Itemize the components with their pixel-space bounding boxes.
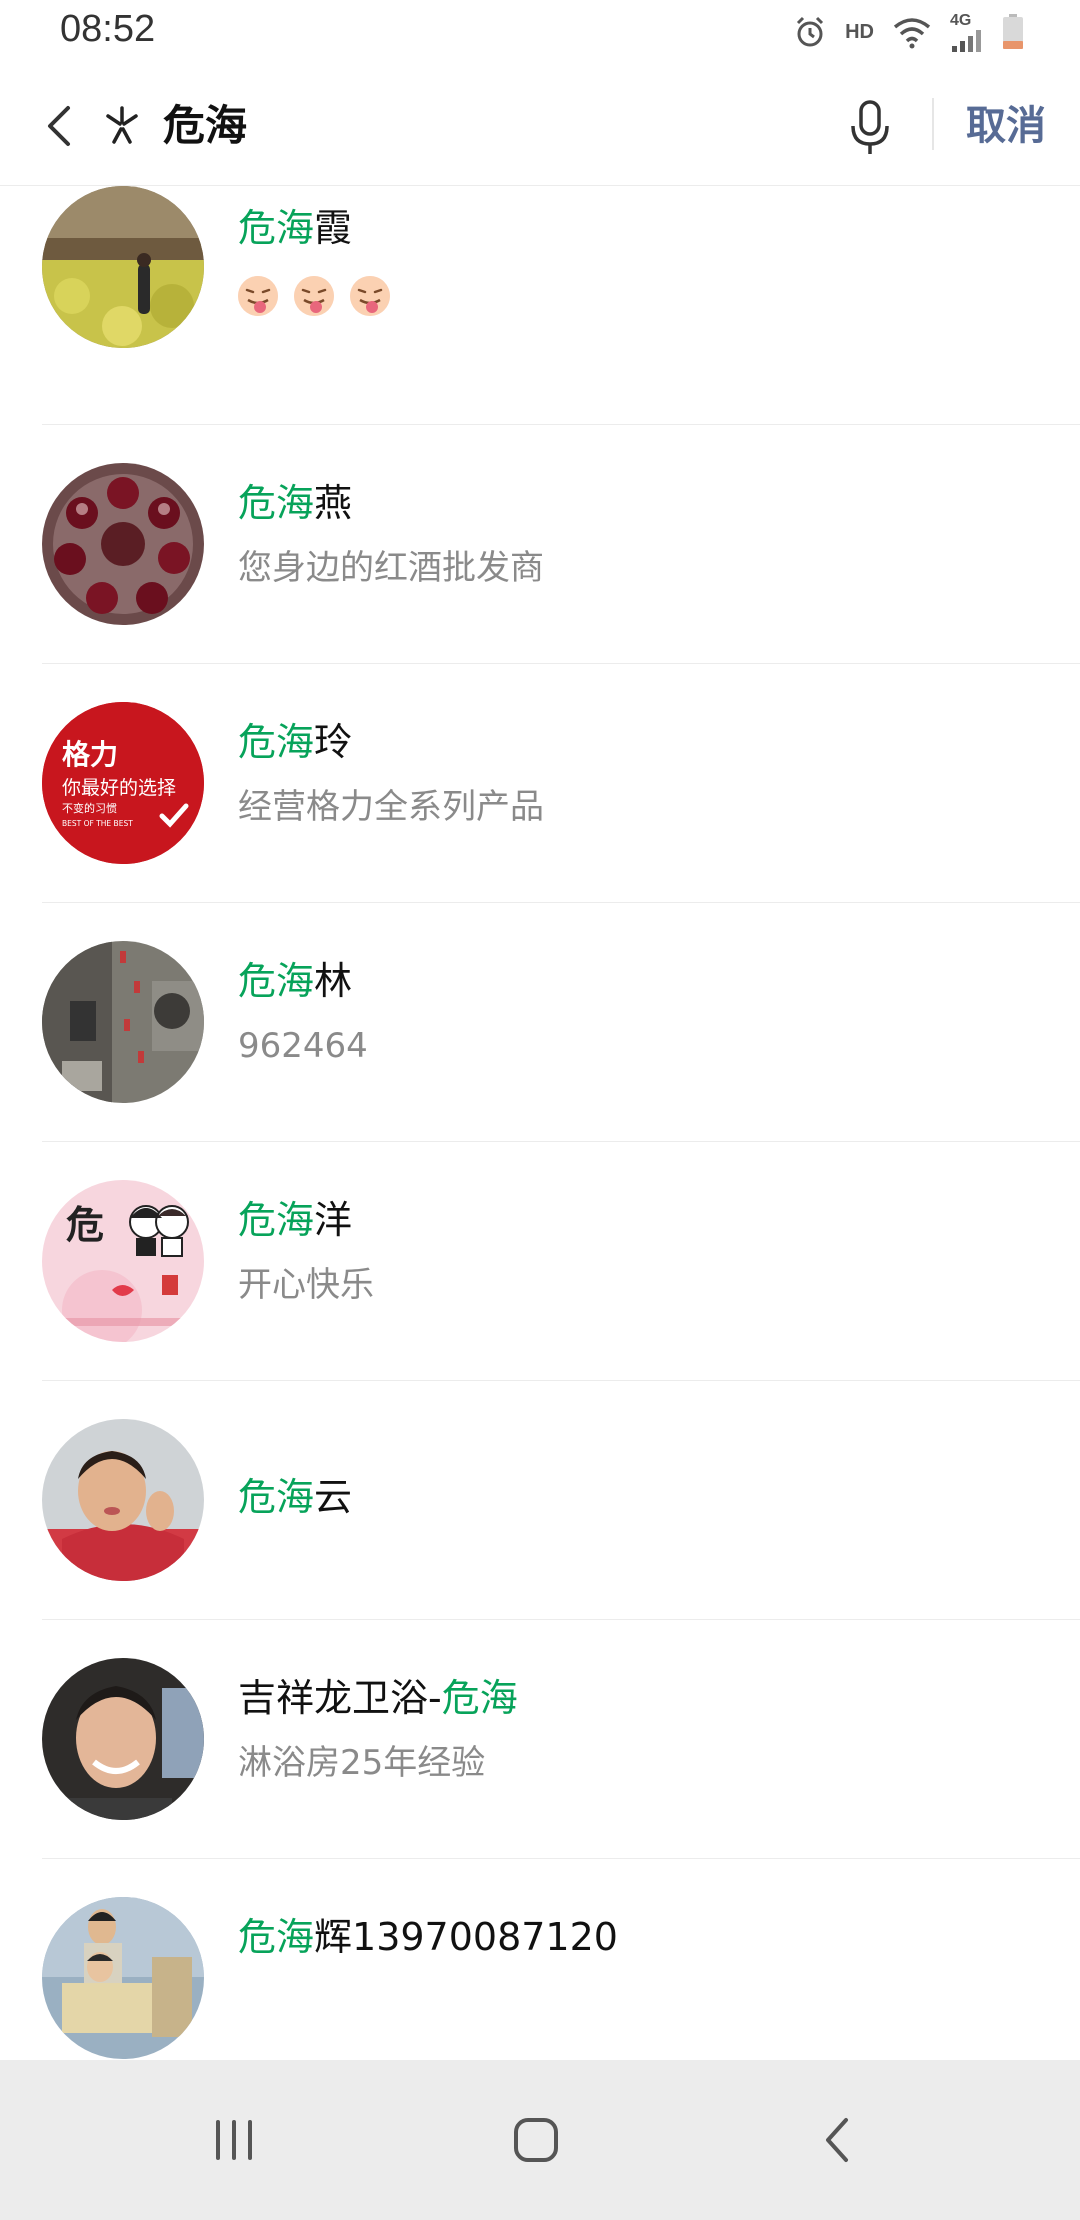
contact-signature: 经营格力全系列产品	[238, 787, 544, 827]
alarm-icon	[797, 16, 824, 47]
contact-name: 危海洋	[238, 1198, 353, 1242]
contact-name: 危海霞	[238, 206, 353, 250]
toolbar-divider	[932, 98, 934, 150]
contact-name: 危海云	[238, 1475, 353, 1519]
back-button[interactable]	[28, 90, 100, 162]
svg-text:BEST OF THE BEST: BEST OF THE BEST	[62, 819, 133, 828]
network-type: 4G	[950, 12, 972, 29]
contact-result-row[interactable]: 吉祥龙卫浴-危海 淋浴房25年经验	[0, 1620, 1080, 1859]
home-icon	[514, 2118, 558, 2162]
contact-name: 危海玲	[238, 720, 353, 764]
contact-result-row[interactable]: 危海霞	[0, 186, 1080, 425]
avatar	[42, 186, 204, 348]
contact-name: 危海燕	[238, 481, 353, 525]
contact-signature: 开心快乐	[238, 1265, 374, 1305]
matched-keyword: 危海	[238, 1198, 315, 1242]
contact-result-row[interactable]: 危海林 962464	[0, 903, 1080, 1142]
contact-result-row[interactable]: 危海辉13970087120	[0, 1859, 1080, 2060]
avatar-selfie	[42, 1419, 204, 1581]
matched-keyword: 危海	[238, 720, 315, 764]
contact-result-row[interactable]: 危海燕 您身边的红酒批发商	[0, 425, 1080, 664]
avatar-man-portrait	[42, 1658, 204, 1820]
matched-keyword: 危海	[238, 481, 315, 525]
avatar	[42, 1897, 204, 2059]
avatar	[42, 941, 204, 1103]
contact-signature: 淋浴房25年经验	[238, 1743, 486, 1783]
svg-text:不变的习惯: 不变的习惯	[62, 801, 117, 815]
search-bar: 危海 取消	[0, 66, 1080, 186]
hd-indicator: HD	[845, 20, 874, 43]
back-arrow-icon	[48, 106, 70, 146]
contact-name: 吉祥龙卫浴-危海	[238, 1676, 518, 1720]
contact-name: 危海辉13970087120	[238, 1915, 618, 1959]
avatar	[42, 1658, 204, 1820]
wifi-icon	[893, 18, 931, 49]
avatar-field-photo	[42, 186, 204, 348]
system-back-button[interactable]	[800, 2104, 876, 2176]
tongue-out-face-icon	[294, 276, 334, 316]
avatar-family-photo	[42, 1897, 204, 2059]
contact-signature: 962464	[238, 1026, 368, 1066]
system-navigation-bar	[0, 2060, 1080, 2220]
voice-input-button[interactable]	[842, 96, 898, 160]
matched-keyword: 危海	[238, 1915, 315, 1959]
matched-keyword: 危海	[441, 1676, 518, 1720]
status-emoji-row	[236, 274, 392, 318]
avatar	[42, 463, 204, 625]
svg-text:格力: 格力	[62, 738, 118, 771]
svg-text:危: 危	[66, 1202, 104, 1247]
contact-result-row[interactable]: 格力 你最好的选择 不变的习惯 BEST OF THE BEST 危海玲 经营格…	[0, 664, 1080, 903]
status-bar: 08:52 HD 4G	[0, 0, 1080, 66]
avatar-couple-cartoon: 危	[42, 1180, 204, 1342]
status-icons: HD 4G	[793, 10, 1024, 54]
cancel-button[interactable]: 取消	[966, 96, 1046, 156]
avatar: 格力 你最好的选择 不变的习惯 BEST OF THE BEST	[42, 702, 204, 864]
recent-apps-button[interactable]	[196, 2104, 272, 2176]
status-time: 08:52	[60, 8, 156, 50]
avatar-gree-logo: 格力 你最好的选择 不变的习惯 BEST OF THE BEST	[42, 702, 204, 864]
contact-result-row[interactable]: 危 危海洋 开心快乐	[0, 1142, 1080, 1381]
contact-name: 危海林	[238, 959, 353, 1003]
avatar-wine-glasses	[42, 463, 204, 625]
matched-keyword: 危海	[238, 959, 315, 1003]
avatar: 危	[42, 1180, 204, 1342]
back-icon	[826, 2118, 848, 2162]
tongue-out-face-icon	[238, 276, 278, 316]
cell-signal-icon	[952, 30, 981, 52]
search-icon	[106, 106, 138, 144]
home-button[interactable]	[498, 2104, 574, 2176]
svg-text:你最好的选择: 你最好的选择	[62, 777, 176, 799]
recent-apps-icon	[216, 2120, 252, 2160]
contact-result-row[interactable]: 危海云	[0, 1381, 1080, 1620]
tongue-out-face-icon	[350, 276, 390, 316]
matched-keyword: 危海	[238, 1475, 315, 1519]
microphone-icon	[851, 100, 889, 154]
search-input[interactable]: 危海	[163, 96, 247, 156]
contact-signature: 您身边的红酒批发商	[238, 548, 544, 588]
matched-keyword: 危海	[238, 206, 315, 250]
avatar	[42, 1419, 204, 1581]
avatar-street-photo	[42, 941, 204, 1103]
battery-icon	[1003, 14, 1023, 49]
